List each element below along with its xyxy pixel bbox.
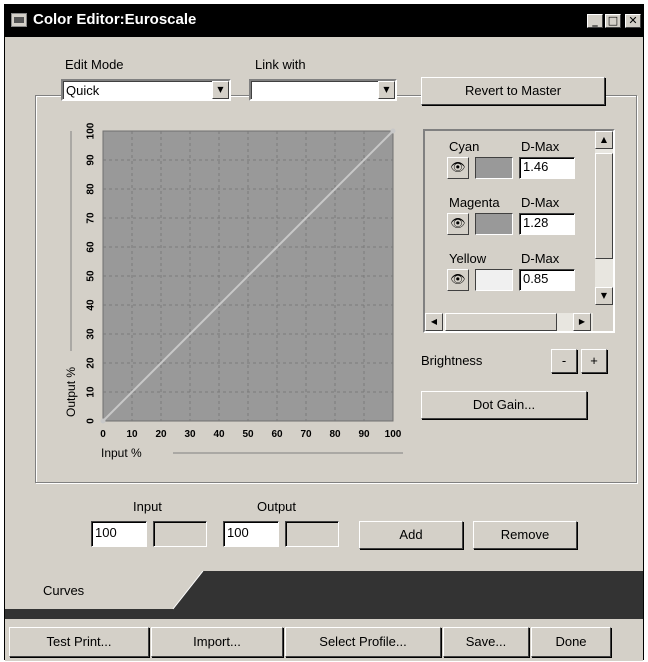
channel-row: Cyan D-Max 👁 1.46 <box>425 139 595 193</box>
channel-name: Yellow <box>449 251 487 266</box>
select-profile-button[interactable]: Select Profile... <box>285 627 441 657</box>
x-tick-label: 20 <box>155 429 167 440</box>
input-value-field[interactable]: 100 <box>91 521 147 547</box>
y-tick-label: 60 <box>86 241 97 253</box>
x-tick-label: 50 <box>242 429 254 440</box>
chevron-down-icon[interactable]: ▼ <box>378 81 395 99</box>
y-tick-label: 20 <box>86 357 97 369</box>
dot-gain-button[interactable]: Dot Gain... <box>421 391 587 419</box>
channel-name: Cyan <box>449 139 480 154</box>
y-tick-label: 0 <box>86 418 97 424</box>
output-secondary-field <box>285 521 339 547</box>
scroll-thumb[interactable] <box>595 153 613 259</box>
y-tick-label: 40 <box>86 299 97 311</box>
x-tick-label: 60 <box>271 429 283 440</box>
link-with-label: Link with <box>255 57 306 72</box>
x-tick-label: 70 <box>300 429 312 440</box>
vertical-scrollbar[interactable]: ▲ ▼ <box>595 131 613 305</box>
channel-swatch[interactable] <box>475 269 513 291</box>
x-tick-label: 80 <box>329 429 341 440</box>
output-label: Output <box>257 499 297 514</box>
x-tick-label: 90 <box>358 429 370 440</box>
input-secondary-field <box>153 521 207 547</box>
scroll-down-icon[interactable]: ▼ <box>595 287 613 305</box>
window-title: Color Editor:Euroscale <box>33 11 197 28</box>
scroll-up-icon[interactable]: ▲ <box>595 131 613 149</box>
edit-mode-value: Quick <box>66 83 100 98</box>
color-editor-window: Color Editor:Euroscale _ □ ✕ Edit Mode Q… <box>4 4 644 661</box>
x-tick-label: 40 <box>213 429 225 440</box>
maximize-button[interactable]: □ <box>605 14 621 28</box>
edit-mode-select[interactable]: Quick ▼ <box>61 79 231 101</box>
x-tick-label: 0 <box>100 429 106 440</box>
channel-row: Magenta D-Max 👁 1.28 <box>425 195 595 249</box>
y-tick-label: 70 <box>86 212 97 224</box>
eye-icon[interactable]: 👁 <box>447 213 469 235</box>
minimize-button[interactable]: _ <box>587 14 603 28</box>
eye-icon[interactable]: 👁 <box>447 269 469 291</box>
dmax-field[interactable]: 1.46 <box>519 157 575 179</box>
x-tick-label: 10 <box>126 429 138 440</box>
dmax-label: D-Max <box>521 195 560 210</box>
scroll-left-icon[interactable]: ◀ <box>425 313 443 331</box>
bottom-button-bar: Test Print... Import... Select Profile..… <box>5 619 643 661</box>
app-icon <box>11 13 27 27</box>
dmax-label: D-Max <box>521 139 560 154</box>
brightness-label: Brightness <box>421 353 483 368</box>
chevron-down-icon[interactable]: ▼ <box>212 81 229 99</box>
horizontal-scrollbar[interactable]: ◀ ▶ <box>425 313 593 331</box>
eye-icon[interactable]: 👁 <box>447 157 469 179</box>
test-print-button[interactable]: Test Print... <box>9 627 149 657</box>
y-tick-label: 30 <box>86 328 97 340</box>
dmax-field[interactable]: 0.85 <box>519 269 575 291</box>
channel-name: Magenta <box>449 195 500 210</box>
hscroll-thumb[interactable] <box>445 313 557 331</box>
tab-strip: Curves <box>5 571 643 619</box>
curve-point <box>390 128 396 134</box>
x-tick-label: 30 <box>184 429 196 440</box>
x-tick-label: 100 <box>385 429 402 440</box>
output-value-field[interactable]: 100 <box>223 521 279 547</box>
y-tick-label: 90 <box>86 154 97 166</box>
revert-to-master-button[interactable]: Revert to Master <box>421 77 605 105</box>
brightness-increase-button[interactable]: + <box>581 349 607 373</box>
y-tick-label: 100 <box>86 122 97 139</box>
curve-point <box>100 418 106 424</box>
remove-point-button[interactable]: Remove <box>473 521 577 549</box>
title-bar: Color Editor:Euroscale _ □ ✕ <box>5 5 643 37</box>
close-button[interactable]: ✕ <box>625 14 641 28</box>
y-tick-label: 50 <box>86 270 97 282</box>
tab-shape <box>5 571 204 610</box>
done-button[interactable]: Done <box>531 627 611 657</box>
link-with-select[interactable]: ▼ <box>249 79 397 101</box>
import-button[interactable]: Import... <box>151 627 283 657</box>
scroll-right-icon[interactable]: ▶ <box>573 313 591 331</box>
channel-row: Yellow D-Max 👁 0.85 <box>425 251 595 305</box>
y-axis-label: Output % <box>64 367 78 417</box>
save-button[interactable]: Save... <box>443 627 529 657</box>
y-tick-label: 10 <box>86 386 97 398</box>
channel-swatch[interactable] <box>475 213 513 235</box>
x-axis-label: Input % <box>101 446 142 460</box>
y-tick-label: 80 <box>86 183 97 195</box>
brightness-decrease-button[interactable]: - <box>551 349 577 373</box>
channel-panel: Cyan D-Max 👁 1.46 Magenta D-Max 👁 1.28 Yellow D-M… <box>423 129 615 333</box>
tone-curve-chart[interactable]: 0 10 20 30 40 50 60 70 80 90 100 0 10 20 30 40 50 60 70 80 9… <box>63 117 413 467</box>
channel-swatch[interactable] <box>475 157 513 179</box>
dmax-label: D-Max <box>521 251 560 266</box>
add-point-button[interactable]: Add <box>359 521 463 549</box>
dmax-field[interactable]: 1.28 <box>519 213 575 235</box>
input-label: Input <box>133 499 162 514</box>
tab-curves[interactable]: Curves <box>43 583 84 598</box>
edit-mode-label: Edit Mode <box>65 57 124 72</box>
